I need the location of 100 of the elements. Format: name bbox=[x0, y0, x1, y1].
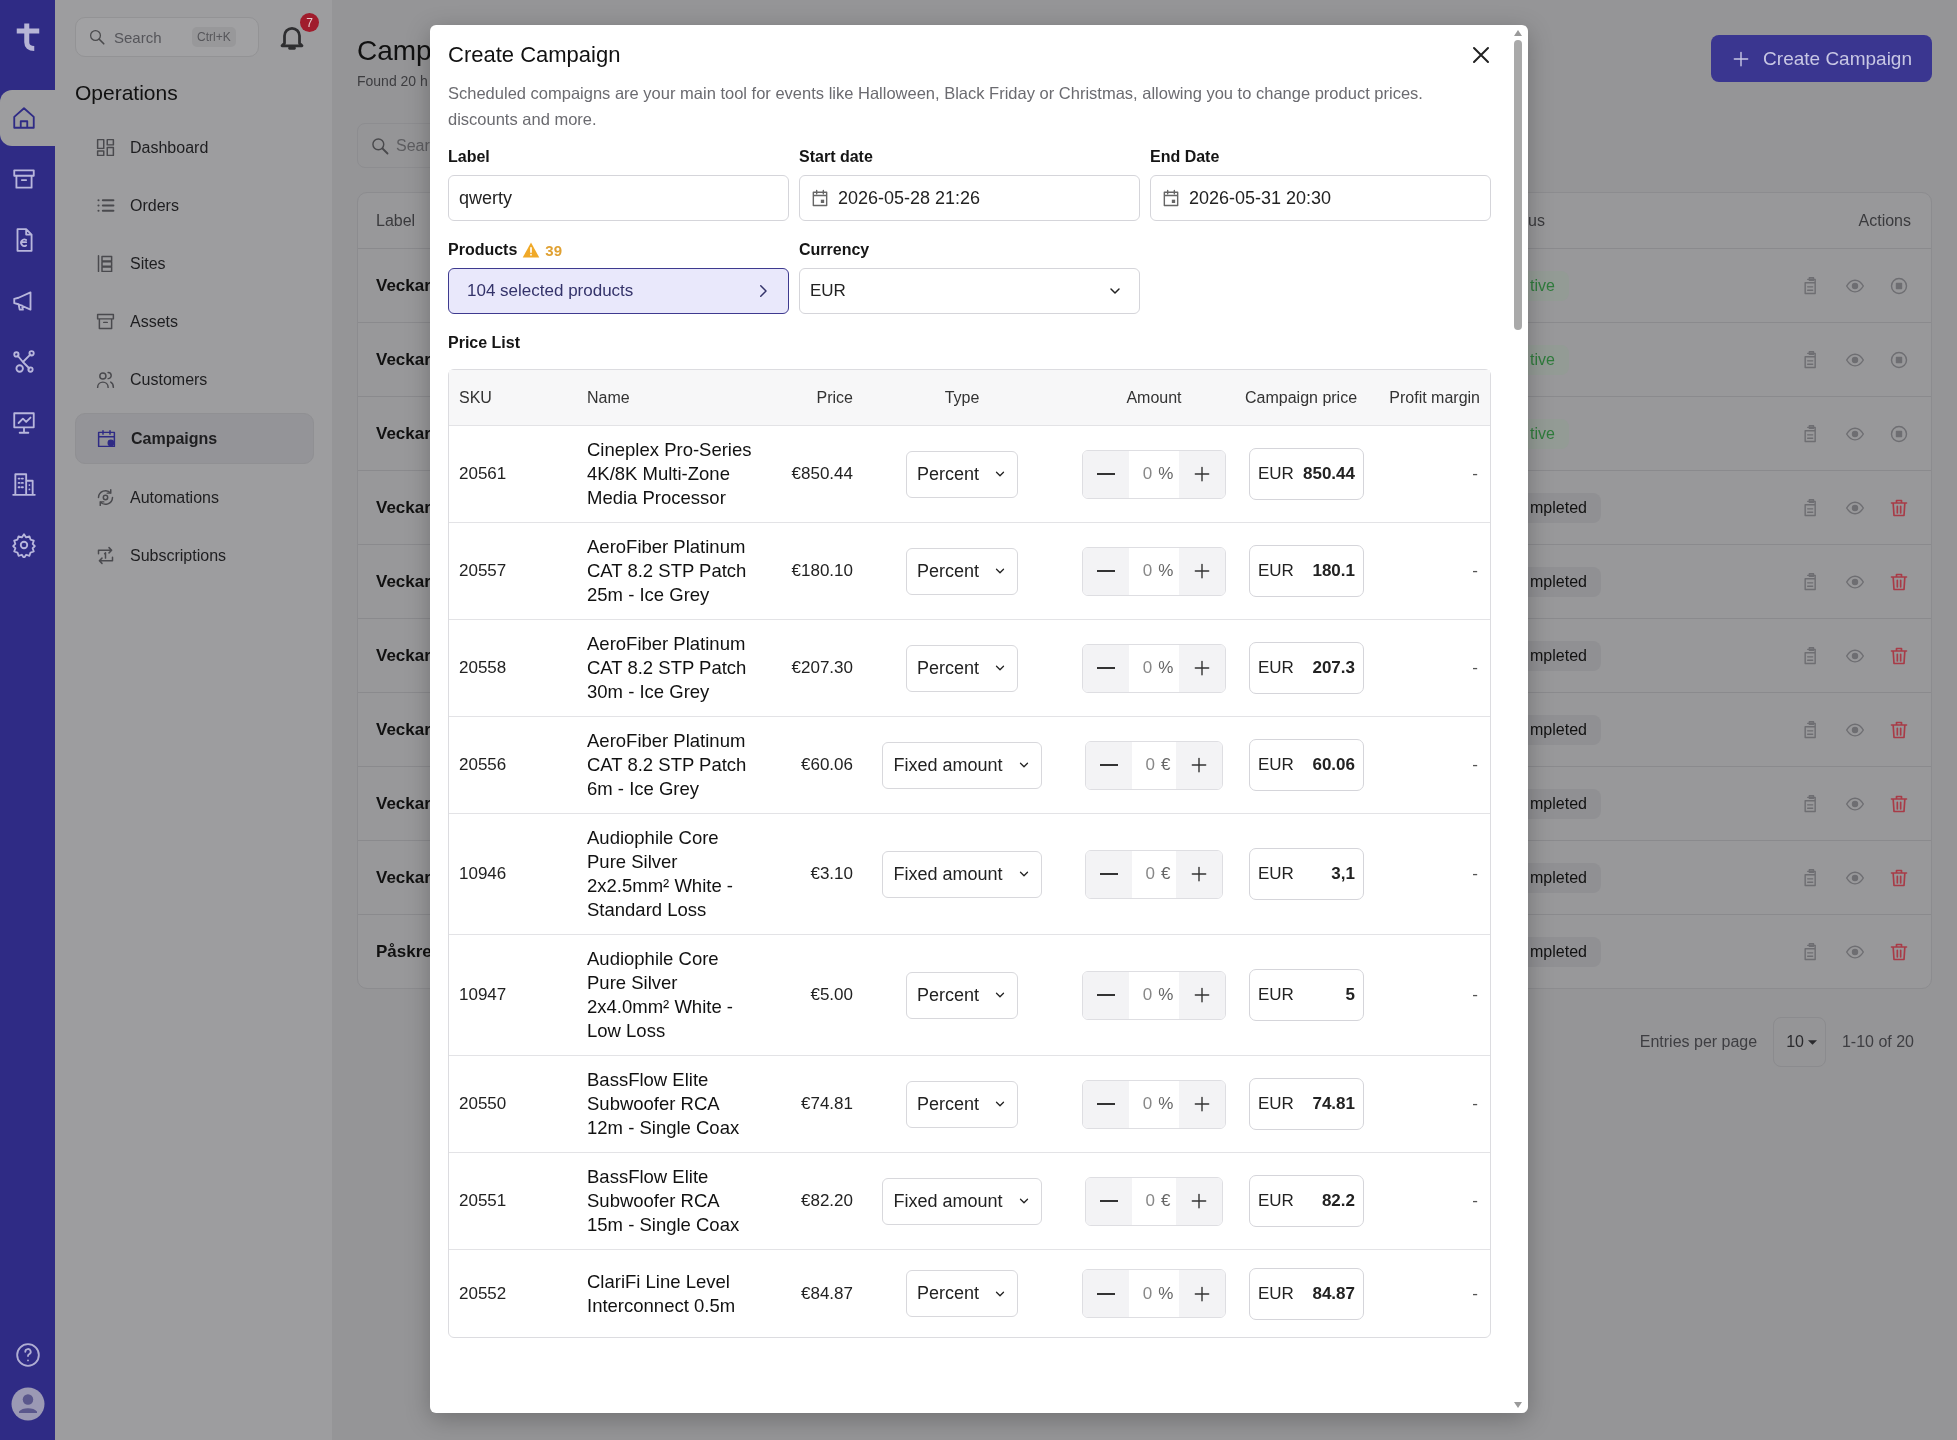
type-select[interactable]: Fixed amount bbox=[882, 850, 1042, 898]
start-date-field[interactable]: 2026-05-28 21:26 bbox=[799, 175, 1140, 221]
create-campaign-button[interactable]: Create Campaign bbox=[1711, 35, 1932, 82]
sidebar-item[interactable]: Subscriptions bbox=[75, 531, 314, 580]
price-cell-text: €850.44 bbox=[790, 464, 853, 484]
amount-stepper[interactable]: 0 % bbox=[1081, 449, 1227, 499]
sidebar-item[interactable]: Orders bbox=[75, 181, 314, 230]
campaign-price-value: 5 bbox=[1345, 985, 1355, 1005]
increase-button[interactable] bbox=[1176, 850, 1223, 898]
status-badge: mpleted bbox=[1528, 714, 1601, 745]
trash-icon bbox=[1889, 645, 1909, 666]
campaign-price-field[interactable]: EUR 82.2 bbox=[1249, 1175, 1364, 1227]
sidebar-item[interactable]: Dashboard bbox=[75, 123, 314, 172]
type-select[interactable]: Percent bbox=[905, 547, 1018, 595]
type-select[interactable]: Percent bbox=[905, 644, 1018, 692]
profit-margin-cell-text: - bbox=[1471, 864, 1479, 884]
campaign-price-value: 3,1 bbox=[1331, 864, 1355, 884]
sidebar-item-label: Orders bbox=[130, 196, 179, 215]
amount-stepper[interactable]: 0 % bbox=[1081, 643, 1227, 693]
scroll-up-icon[interactable] bbox=[1513, 29, 1523, 37]
campaign-price-field[interactable]: EUR 207.3 bbox=[1249, 642, 1364, 694]
stop-icon bbox=[1889, 275, 1909, 296]
campaign-label: Veckar bbox=[376, 423, 431, 444]
amount-stepper[interactable]: 0 % bbox=[1081, 1269, 1227, 1318]
amount-stepper[interactable]: 0 % bbox=[1081, 970, 1227, 1020]
price-cell-text: €207.30 bbox=[790, 658, 853, 678]
increase-button[interactable] bbox=[1179, 971, 1226, 1019]
avatar-icon bbox=[9, 1386, 46, 1422]
notification-count: 7 bbox=[300, 13, 319, 32]
amount-unit: % bbox=[1158, 985, 1175, 1005]
amount-stepper[interactable]: 0 € bbox=[1084, 1176, 1224, 1226]
currency-code: EUR bbox=[1258, 864, 1294, 884]
campaign-price-value: 74.81 bbox=[1312, 1094, 1355, 1114]
users-icon bbox=[95, 369, 116, 390]
column-header: us bbox=[1528, 211, 1546, 230]
price-cell-text: €74.81 bbox=[800, 1094, 853, 1114]
search-input[interactable]: Search bbox=[114, 28, 184, 46]
campaign-price-field[interactable]: EUR 3,1 bbox=[1249, 848, 1364, 900]
currency-code: EUR bbox=[1258, 1094, 1294, 1114]
profit-margin-cell-text: - bbox=[1471, 464, 1479, 484]
stop-icon bbox=[1889, 423, 1909, 444]
type-select[interactable]: Percent bbox=[905, 1270, 1018, 1317]
type-select[interactable]: Percent bbox=[905, 971, 1018, 1019]
currency-code: EUR bbox=[1258, 1191, 1294, 1211]
column-header: Name bbox=[587, 388, 631, 407]
minus-icon bbox=[1096, 994, 1115, 996]
presentation-icon bbox=[10, 410, 37, 436]
section-title: Operations bbox=[75, 81, 179, 105]
increase-button[interactable] bbox=[1176, 741, 1223, 789]
increase-button[interactable] bbox=[1179, 1270, 1226, 1317]
status-badge: mpleted bbox=[1528, 788, 1601, 819]
scrollbar-thumb[interactable] bbox=[1514, 40, 1522, 330]
sidebar-item[interactable]: Automations bbox=[75, 473, 314, 522]
campaign-price-field[interactable]: EUR 60.06 bbox=[1249, 739, 1364, 791]
type-select[interactable]: Fixed amount bbox=[882, 1177, 1042, 1225]
campaign-price-field[interactable]: EUR 74.81 bbox=[1249, 1078, 1364, 1130]
sidebar-item[interactable]: Customers bbox=[75, 355, 314, 404]
amount-stepper[interactable]: 0 % bbox=[1081, 1079, 1227, 1129]
campaign-price-field[interactable]: EUR 850.44 bbox=[1249, 448, 1364, 500]
currency-code: EUR bbox=[1258, 755, 1294, 775]
amount-stepper[interactable]: 0 % bbox=[1081, 546, 1227, 596]
campaign-price-field[interactable]: EUR 84.87 bbox=[1249, 1267, 1364, 1320]
amount-unit: % bbox=[1158, 1283, 1175, 1304]
status-badge: mpleted bbox=[1528, 492, 1601, 523]
amount-unit: € bbox=[1161, 864, 1172, 884]
increase-button[interactable] bbox=[1176, 1177, 1223, 1225]
status-badge: mpleted bbox=[1528, 640, 1601, 671]
amount-unit: % bbox=[1158, 1094, 1175, 1114]
sidebar-item[interactable]: Sites bbox=[75, 239, 314, 288]
products-button[interactable]: 104 selected products bbox=[448, 268, 789, 314]
type-select[interactable]: Percent bbox=[905, 1080, 1018, 1128]
per-page-select[interactable]: 10 bbox=[1773, 1017, 1826, 1067]
label-field[interactable]: qwerty bbox=[448, 175, 789, 221]
amount-value: 0 bbox=[1141, 985, 1154, 1005]
currency-code: EUR bbox=[1258, 1283, 1294, 1304]
sidebar-item[interactable]: Assets bbox=[75, 297, 314, 346]
increase-button[interactable] bbox=[1179, 1080, 1226, 1128]
currency-select[interactable]: EUR bbox=[799, 268, 1140, 314]
type-select[interactable]: Fixed amount bbox=[882, 741, 1042, 789]
type-select[interactable]: Percent bbox=[905, 450, 1018, 498]
amount-unit: € bbox=[1161, 1191, 1172, 1211]
dashboard-icon bbox=[95, 137, 116, 158]
profit-margin-cell-text: - bbox=[1471, 658, 1479, 678]
increase-button[interactable] bbox=[1179, 450, 1226, 498]
increase-button[interactable] bbox=[1179, 547, 1226, 595]
amount-value: 0 bbox=[1141, 1094, 1154, 1114]
amount-stepper[interactable]: 0 € bbox=[1084, 849, 1224, 899]
campaign-label: Veckar bbox=[376, 275, 431, 296]
sidebar-item-label: Dashboard bbox=[130, 138, 209, 157]
increase-button[interactable] bbox=[1179, 644, 1226, 692]
campaign-price-field[interactable]: EUR 180.1 bbox=[1249, 545, 1364, 597]
amount-unit: % bbox=[1158, 658, 1175, 678]
scroll-down-icon[interactable] bbox=[1513, 1401, 1523, 1409]
end-date-field[interactable]: 2026-05-31 20:30 bbox=[1150, 175, 1491, 221]
amount-stepper[interactable]: 0 € bbox=[1084, 740, 1224, 790]
profit-margin-cell-text: - bbox=[1471, 985, 1479, 1005]
campaign-price-field[interactable]: EUR 5 bbox=[1249, 969, 1364, 1021]
sidebar-item[interactable]: Campaigns bbox=[75, 413, 314, 464]
amount-value: 0 bbox=[1141, 561, 1154, 581]
repeat-icon bbox=[95, 545, 116, 566]
